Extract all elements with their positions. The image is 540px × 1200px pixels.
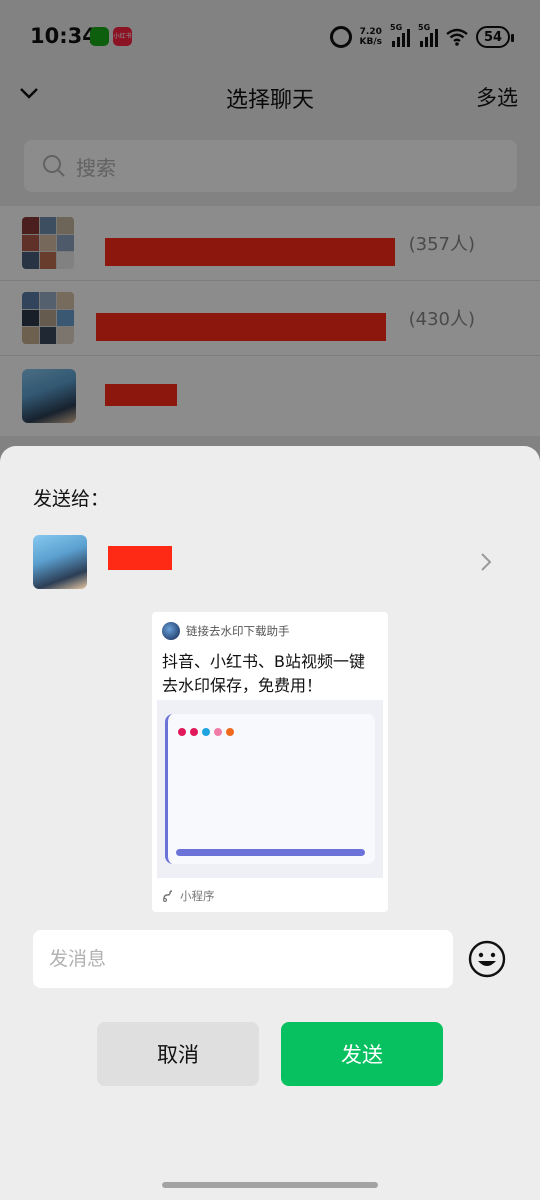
thumbnail-dot <box>178 728 186 736</box>
thumbnail-dot <box>202 728 210 736</box>
thumbnail-dot <box>190 728 198 736</box>
send-button[interactable]: 发送 <box>281 1022 443 1086</box>
mini-program-card: 链接去水印下载助手 抖音、小红书、B站视频一键去水印保存，免费用！ 小程序 <box>152 612 388 912</box>
card-app-name: 链接去水印下载助手 <box>186 624 290 638</box>
share-sheet: 发送给： 链接去水印下载助手 抖音、小红书、B站视频一键去水印保存，免费用！ 小… <box>0 446 540 1200</box>
recipient-avatar <box>33 535 87 589</box>
recipient-row[interactable] <box>33 534 507 590</box>
card-footer: 小程序 <box>162 888 215 904</box>
mini-program-icon <box>162 890 173 902</box>
thumbnail-dot <box>226 728 234 736</box>
card-thumbnail <box>157 700 383 878</box>
thumbnail-bar <box>176 849 365 856</box>
message-input[interactable] <box>49 948 453 970</box>
redaction-mark <box>108 546 172 570</box>
cancel-button[interactable]: 取消 <box>97 1022 259 1086</box>
emoji-icon[interactable] <box>468 940 506 978</box>
thumbnail-dot <box>214 728 222 736</box>
home-indicator[interactable] <box>162 1182 378 1188</box>
app-logo-icon <box>162 622 180 640</box>
card-description: 抖音、小红书、B站视频一键去水印保存，免费用！ <box>162 652 365 695</box>
chevron-right-icon <box>481 553 492 571</box>
sheet-title: 发送给： <box>33 488 110 510</box>
thumbnail-dots <box>178 728 234 736</box>
thumbnail-preview <box>165 714 375 864</box>
message-input-wrapper <box>33 930 453 988</box>
card-header: 链接去水印下载助手 <box>152 612 388 640</box>
card-footer-label: 小程序 <box>180 889 215 903</box>
